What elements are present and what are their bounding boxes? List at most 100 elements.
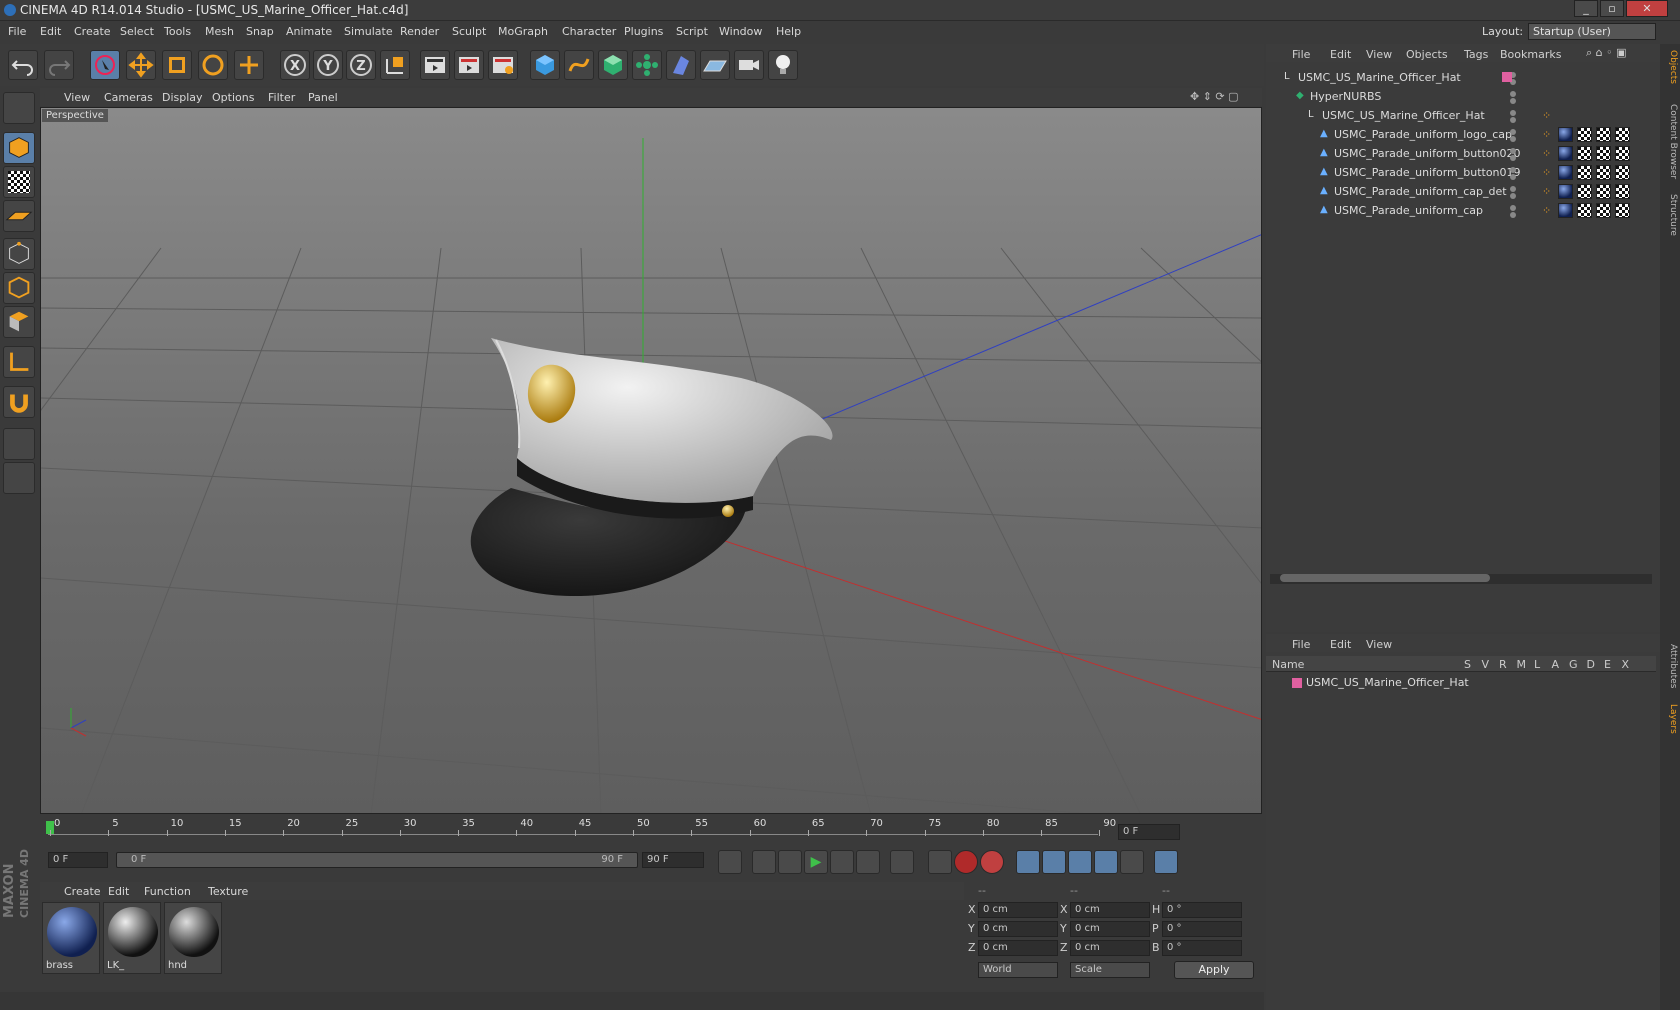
editor-visibility-dot[interactable] [1510,186,1516,192]
layout-select[interactable]: Startup (User) [1528,23,1656,40]
apply-button[interactable]: Apply [1174,961,1254,979]
layer-column-header[interactable]: S [1464,658,1471,671]
layer-column-header[interactable]: L [1534,658,1540,671]
y-axis-lock-button[interactable]: Y [313,50,343,80]
object-name[interactable]: USMC_Parade_uniform_logo_cap [1334,128,1512,141]
record-button[interactable] [928,850,952,874]
mat-menu-texture[interactable]: Texture [208,885,248,898]
z-axis-lock-button[interactable]: Z [346,50,376,80]
object-name[interactable]: USMC_Parade_uniform_cap_det [1334,185,1507,198]
menu-simulate[interactable]: Simulate [344,25,393,38]
render-visibility-dot[interactable] [1510,136,1516,142]
vp-menu-options[interactable]: Options [212,91,254,104]
x-axis-lock-button[interactable]: X [280,50,310,80]
material-swatch[interactable]: hnd [164,902,222,974]
object-row[interactable]: ▲ USMC_Parade_uniform_cap ⁘ [1266,201,1656,221]
floor-button[interactable] [700,50,730,80]
object-name[interactable]: USMC_US_Marine_Officer_Hat [1298,71,1461,84]
maximize-button[interactable]: ▫ [1600,0,1624,17]
texture-tag[interactable] [1577,146,1592,161]
vp-menu-display[interactable]: Display [162,91,203,104]
object-name[interactable]: USMC_Parade_uniform_cap [1334,204,1483,217]
object-row[interactable]: ▲ USMC_Parade_uniform_button020 ⁘ [1266,144,1656,164]
material-tag[interactable] [1558,165,1573,180]
scale-tool-button[interactable] [162,50,192,80]
render-picture-viewer-button[interactable] [454,50,484,80]
render-visibility-dot[interactable] [1510,117,1516,123]
layer-color-swatch[interactable] [1292,678,1302,688]
keyframe-selection-button[interactable] [980,850,1004,874]
key-rotation-button[interactable] [1068,850,1092,874]
texture-tag[interactable] [1615,203,1630,218]
menu-script[interactable]: Script [676,25,708,38]
object-name[interactable]: USMC_Parade_uniform_button020 [1334,147,1521,160]
layer-column-header[interactable]: A [1552,658,1560,671]
object-hscrollbar[interactable] [1270,574,1652,584]
obj-menu-file[interactable]: File [1292,48,1310,61]
menu-edit[interactable]: Edit [40,25,61,38]
next-frame-button[interactable] [830,850,854,874]
move-tool-button[interactable] [126,50,156,80]
texture-tag[interactable] [1615,184,1630,199]
undo-button[interactable] [8,50,38,80]
make-editable-button[interactable] [3,92,35,124]
rotate-tool-button[interactable] [198,50,228,80]
render-view-button[interactable] [420,50,450,80]
key-pla-button[interactable] [1120,850,1144,874]
texture-tag[interactable] [1615,146,1630,161]
layer-column-header[interactable]: R [1499,658,1507,671]
layer-column-header[interactable]: V [1482,658,1490,671]
obj-menu-bookmarks[interactable]: Bookmarks [1500,48,1561,61]
tab-layers[interactable]: Layers [1662,704,1678,734]
position-z-field[interactable]: 0 cm [978,940,1058,956]
cube-object-button[interactable] [530,50,560,80]
obj-menu-objects[interactable]: Objects [1406,48,1448,61]
render-visibility-dot[interactable] [1510,174,1516,180]
editor-visibility-dot[interactable] [1510,129,1516,135]
rotation-h-field[interactable]: 0 ° [1162,902,1242,918]
phong-tag-icon[interactable]: ⁘ [1542,109,1551,122]
spline-button[interactable] [564,50,594,80]
frame-range-slider[interactable]: 0 F 90 F [116,852,638,868]
nurbs-button[interactable] [598,50,628,80]
tab-objects[interactable]: Objects [1662,50,1678,84]
axis-mode-button[interactable] [3,346,35,378]
render-settings-button[interactable] [488,50,518,80]
menu-mograph[interactable]: MoGraph [498,25,548,38]
texture-tag[interactable] [1596,203,1611,218]
texture-tag[interactable] [1596,165,1611,180]
object-row[interactable]: ▲ USMC_Parade_uniform_logo_cap ⁘ [1266,125,1656,145]
texture-tag[interactable] [1596,127,1611,142]
phong-tag-icon[interactable]: ⁘ [1542,147,1551,160]
menu-tools[interactable]: Tools [164,25,191,38]
tab-attributes[interactable]: Attributes [1662,644,1678,688]
end-frame-field[interactable]: 90 F [642,852,704,868]
prev-key-button[interactable] [752,850,776,874]
phong-tag-icon[interactable]: ⁘ [1542,166,1551,179]
goto-start-button[interactable] [718,850,742,874]
live-selection-button[interactable] [90,50,120,80]
layer-color-swatch[interactable] [1502,72,1512,82]
texture-tag[interactable] [1596,184,1611,199]
material-swatch[interactable]: brass [42,902,100,974]
material-swatch[interactable]: LK_ [103,902,161,974]
layer-menu-edit[interactable]: Edit [1330,638,1351,651]
key-scale-button[interactable] [1042,850,1066,874]
layer-column-header[interactable]: G [1569,658,1578,671]
render-visibility-dot[interactable] [1510,193,1516,199]
menu-character[interactable]: Character [562,25,616,38]
layer-column-header[interactable]: M [1517,658,1527,671]
menu-window[interactable]: Window [719,25,762,38]
vp-menu-cameras[interactable]: Cameras [104,91,153,104]
texture-tag[interactable] [1596,146,1611,161]
object-name[interactable]: USMC_US_Marine_Officer_Hat [1322,109,1485,122]
layer-column-header[interactable]: E [1604,658,1611,671]
texture-tag[interactable] [1577,165,1592,180]
menu-select[interactable]: Select [120,25,154,38]
workplane-button[interactable] [3,200,35,232]
menu-snap[interactable]: Snap [246,25,274,38]
size-y-field[interactable]: 0 cm [1070,921,1150,937]
grid-snap-button[interactable] [3,462,35,494]
size-x-field[interactable]: 0 cm [1070,902,1150,918]
snap-button[interactable] [3,386,35,418]
